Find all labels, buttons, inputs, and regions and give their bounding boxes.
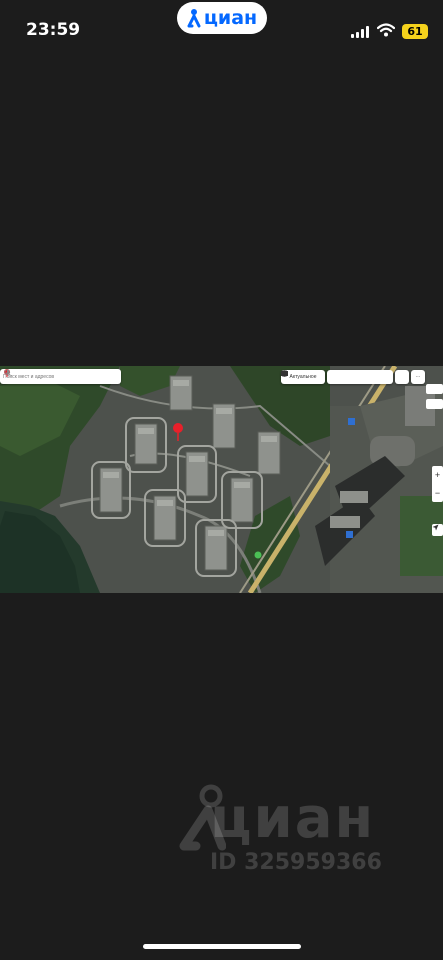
wifi-icon — [377, 23, 395, 37]
map-search-bar[interactable] — [0, 369, 121, 384]
zoom-in-icon[interactable]: + — [432, 466, 443, 484]
cian-watermark: циан ID 325959366 — [176, 782, 406, 882]
cian-badge[interactable]: циан — [177, 2, 267, 34]
map-side-button-2[interactable] — [426, 399, 443, 409]
more-icon: ··· — [415, 374, 421, 380]
ruler-button[interactable] — [281, 370, 409, 384]
status-bar: 23:59 циан 61 — [0, 0, 443, 64]
map-layers-group[interactable] — [281, 370, 393, 384]
cian-badge-label: циан — [203, 7, 258, 29]
watermark-id: ID 325959366 — [210, 850, 382, 875]
watermark-brand: циан — [210, 786, 376, 851]
status-time: 23:59 — [26, 20, 81, 40]
ruler-icon — [281, 370, 288, 377]
zoom-out-icon[interactable]: − — [432, 484, 443, 502]
map-side-button[interactable] — [426, 384, 443, 394]
map-search-input[interactable] — [0, 370, 78, 383]
locate-icon[interactable] — [432, 524, 443, 536]
map-marker — [173, 423, 183, 433]
signal-icon — [351, 26, 369, 38]
battery-icon: 61 — [402, 24, 428, 39]
home-indicator[interactable] — [143, 944, 301, 949]
satellite-map — [0, 366, 443, 593]
zoom-control: + − — [432, 466, 443, 502]
map-screenshot: Актуальное ··· + − — [0, 366, 443, 593]
map-toolbar: Актуальное ··· — [281, 370, 425, 384]
battery-level: 61 — [407, 25, 423, 38]
actual-label: Актуальное — [289, 374, 317, 380]
voice-icon[interactable] — [5, 369, 11, 376]
cian-logo-icon — [187, 9, 201, 28]
more-button[interactable]: ··· — [411, 370, 425, 384]
